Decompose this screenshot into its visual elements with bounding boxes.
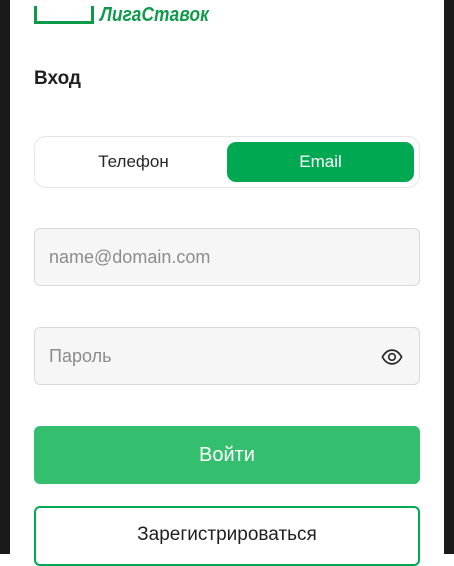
email-input[interactable]: [35, 229, 419, 285]
brand-logo[interactable]: ЛигаСтавок: [34, 0, 227, 30]
window-frame-left: [0, 0, 10, 554]
tab-phone[interactable]: Телефон: [40, 142, 227, 182]
eye-icon[interactable]: [381, 346, 403, 368]
login-page: ЛигаСтавок Вход Телефон Email Войти Заре…: [10, 0, 444, 566]
tab-email[interactable]: Email: [227, 142, 414, 182]
page-title: Вход: [34, 68, 81, 89]
register-button[interactable]: Зарегистрироваться: [34, 506, 420, 566]
logo-mark-icon: [34, 6, 94, 24]
email-field-container: [34, 228, 420, 286]
password-input[interactable]: [35, 328, 419, 384]
login-button[interactable]: Войти: [34, 426, 420, 484]
password-field-container: [34, 327, 420, 385]
login-method-switch: Телефон Email: [34, 136, 420, 188]
window-frame-right: [444, 0, 454, 554]
logo-text: ЛигаСтавок: [100, 4, 210, 26]
